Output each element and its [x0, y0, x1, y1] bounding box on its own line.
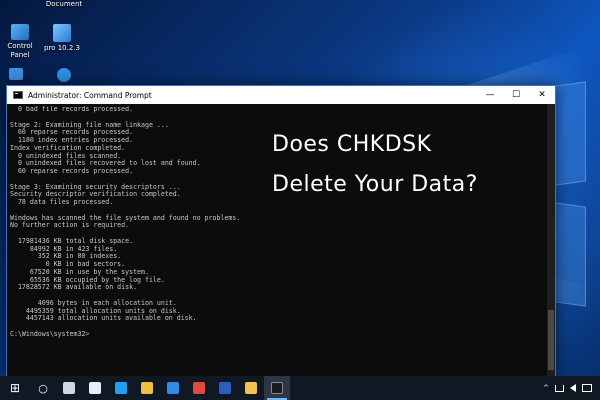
console-line: C:\Windows\system32>: [10, 329, 90, 338]
headline-line-2: Delete Your Data?: [272, 172, 478, 197]
taskbar-item[interactable]: [56, 376, 82, 400]
minimize-button[interactable]: —: [477, 86, 503, 104]
desktop-icon-partial[interactable]: [6, 68, 26, 82]
network-icon[interactable]: [555, 384, 564, 392]
desktop-icon-pro[interactable]: pro 10.2.3: [32, 24, 92, 53]
taskbar-item[interactable]: [160, 376, 186, 400]
console-output[interactable]: 0 bad file records processed. Stage 2: E…: [10, 106, 280, 376]
search-icon: ○: [38, 381, 48, 395]
taskbar: ⊞ ○ ^: [0, 376, 600, 400]
pro-app-icon: [53, 24, 71, 42]
console-line: 60 reparse records processed.: [10, 167, 134, 175]
task-view-icon: [63, 382, 75, 394]
taskbar-item[interactable]: [264, 376, 290, 400]
desktop-icon-label: Control Panel: [7, 42, 33, 59]
computer-icon: [9, 68, 23, 80]
paint-icon: [89, 382, 101, 394]
window-titlebar[interactable]: Administrator: Command Prompt — ☐ ✕: [7, 86, 555, 104]
control-panel-icon: [11, 24, 29, 40]
window-title: Administrator: Command Prompt: [28, 90, 152, 100]
console-line: 4457143 allocation units available on di…: [10, 314, 197, 323]
desktop-icon-label: pro 10.2.3: [44, 44, 80, 52]
close-button[interactable]: ✕: [529, 86, 555, 104]
tray-expand-icon[interactable]: ^: [543, 384, 549, 392]
command-prompt-icon: [13, 91, 23, 99]
taskbar-item[interactable]: [238, 376, 264, 400]
internet-explorer-icon: [57, 68, 71, 82]
maximize-button[interactable]: ☐: [503, 86, 529, 104]
taskbar-item[interactable]: [108, 376, 134, 400]
chrome-icon: [193, 382, 205, 394]
search-button[interactable]: ○: [30, 376, 56, 400]
command-prompt-icon: [271, 382, 283, 394]
start-button[interactable]: ⊞: [0, 376, 30, 400]
app-icon: [167, 382, 179, 394]
file-explorer-icon: [141, 382, 153, 394]
qq-icon: [115, 382, 127, 394]
scrollbar-thumb[interactable]: [548, 310, 554, 370]
notification-icon[interactable]: [582, 384, 592, 392]
folder-icon: [245, 382, 257, 394]
desktop-icon-label: Document: [45, 0, 83, 8]
taskbar-item[interactable]: [82, 376, 108, 400]
taskbar-item[interactable]: [212, 376, 238, 400]
console-line: 78 data files processed.: [10, 198, 114, 206]
console-line: 0 bad file records processed.: [10, 106, 134, 113]
taskbar-item[interactable]: [134, 376, 160, 400]
desktop-icon-edge[interactable]: [48, 68, 80, 84]
windows-start-icon: ⊞: [9, 381, 21, 395]
desktop-icon-document[interactable]: Document: [34, 0, 94, 9]
volume-icon[interactable]: [570, 384, 576, 392]
console-line: No further action is required.: [10, 221, 130, 230]
headline: Does CHKDSK Delete Your Data?: [272, 125, 592, 205]
taskbar-item[interactable]: [186, 376, 212, 400]
console-line: 17828572 KB available on disk.: [10, 283, 138, 292]
headline-line-1: Does CHKDSK: [272, 132, 432, 157]
word-icon: [219, 382, 231, 394]
system-tray: ^: [543, 384, 600, 392]
